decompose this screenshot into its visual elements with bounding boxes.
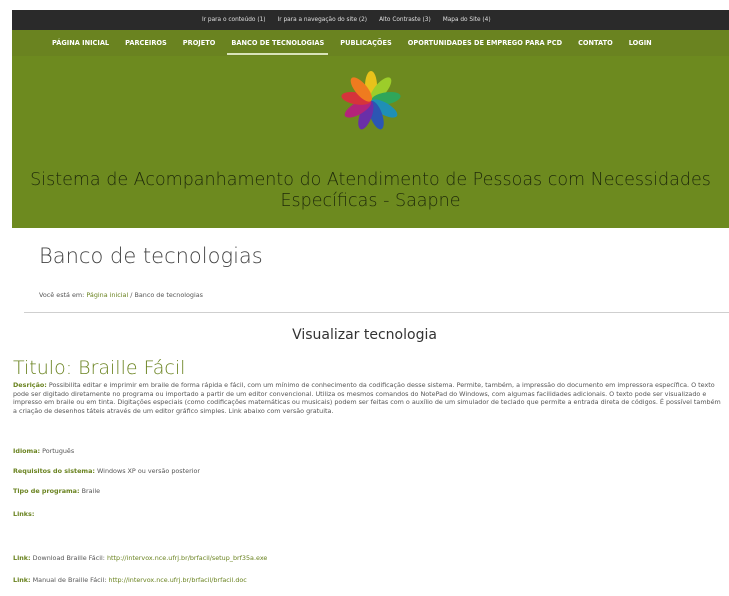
download-link-text: Download Braille Fácil:	[32, 554, 105, 562]
download-link-url[interactable]: http://intervox.nce.ufrj.br/brfacil/setu…	[107, 554, 267, 562]
program-type-field: Tipo de programa: Braile	[13, 487, 100, 495]
manual-link-label: Link:	[13, 576, 31, 584]
page: Ir para o conteúdo (1) Ir para a navegaç…	[0, 0, 729, 596]
accessibility-bar: Ir para o conteúdo (1) Ir para a navegaç…	[12, 10, 729, 30]
manual-link-text: Manual de Braille Fácil:	[32, 576, 107, 584]
skip-to-content-link[interactable]: Ir para o conteúdo (1)	[202, 17, 266, 23]
nav-item-technology-bank[interactable]: BANCO DE TECNOLOGIAS	[227, 30, 329, 56]
skip-to-navigation-link[interactable]: Ir para a navegação do site (2)	[278, 17, 368, 23]
nav-item-publications[interactable]: PUBLICAÇÕES	[340, 30, 392, 56]
manual-link-row: Link: Manual de Braille Fácil: http://in…	[13, 576, 247, 584]
description-label: Desrição:	[13, 381, 47, 389]
main-navigation: PÁGINA INICIAL PARCEIROS PROJETO BANCO D…	[12, 30, 729, 56]
section-title: Visualizar tecnologia	[292, 327, 437, 343]
language-field: Idioma: Português	[13, 447, 74, 455]
site-map-link[interactable]: Mapa do Site (4)	[443, 17, 491, 23]
technology-description: Desrição: Possibilita editar e imprimir …	[13, 381, 721, 415]
description-text: Possibilita editar e imprimir em braile …	[13, 381, 721, 415]
download-link-label: Link:	[13, 554, 31, 562]
breadcrumb: Você está em: Página inicial / Banco de …	[39, 291, 203, 299]
nav-item-partners[interactable]: PARCEIROS	[125, 30, 167, 56]
nav-item-project[interactable]: PROJETO	[183, 30, 216, 56]
page-title: Banco de tecnologias	[39, 244, 263, 268]
content-divider	[24, 312, 729, 313]
pinwheel-logo-icon[interactable]	[338, 68, 404, 134]
links-field: Links:	[13, 510, 34, 518]
technology-title: Titulo: Braille Fácil	[13, 357, 186, 379]
program-type-value: Braile	[81, 487, 101, 495]
language-label: Idioma:	[13, 447, 41, 455]
header-banner: Sistema de Acompanhamento do Atendimento…	[12, 56, 729, 228]
manual-link-url[interactable]: http://intervox.nce.ufrj.br/brfacil/brfa…	[108, 576, 246, 584]
breadcrumb-prefix: Você está em:	[39, 291, 85, 299]
breadcrumb-home-link[interactable]: Página inicial	[86, 291, 128, 299]
breadcrumb-current: Banco de tecnologias	[134, 291, 204, 299]
requirements-field: Requisitos do sistema: Windows XP ou ver…	[13, 467, 200, 475]
site-title-line1: Sistema de Acompanhamento do Atendimento…	[30, 170, 711, 190]
nav-item-login[interactable]: LOGIN	[629, 30, 652, 56]
language-value: Português	[42, 447, 75, 455]
requirements-value: Windows XP ou versão posterior	[97, 467, 201, 475]
links-label: Links:	[13, 510, 35, 518]
nav-item-contact[interactable]: CONTATO	[578, 30, 613, 56]
program-type-label: Tipo de programa:	[13, 487, 80, 495]
site-title: Sistema de Acompanhamento do Atendimento…	[12, 170, 729, 212]
requirements-label: Requisitos do sistema:	[13, 467, 95, 475]
breadcrumb-separator: /	[130, 291, 133, 299]
download-link-row: Link: Download Braille Fácil: http://int…	[13, 554, 267, 562]
nav-item-home[interactable]: PÁGINA INICIAL	[52, 30, 109, 56]
nav-item-jobs[interactable]: OPORTUNIDADES DE EMPREGO PARA PCD	[408, 30, 562, 56]
site-title-line2: Específicas - Saapne	[280, 191, 461, 211]
high-contrast-link[interactable]: Alto Contraste (3)	[379, 17, 431, 23]
